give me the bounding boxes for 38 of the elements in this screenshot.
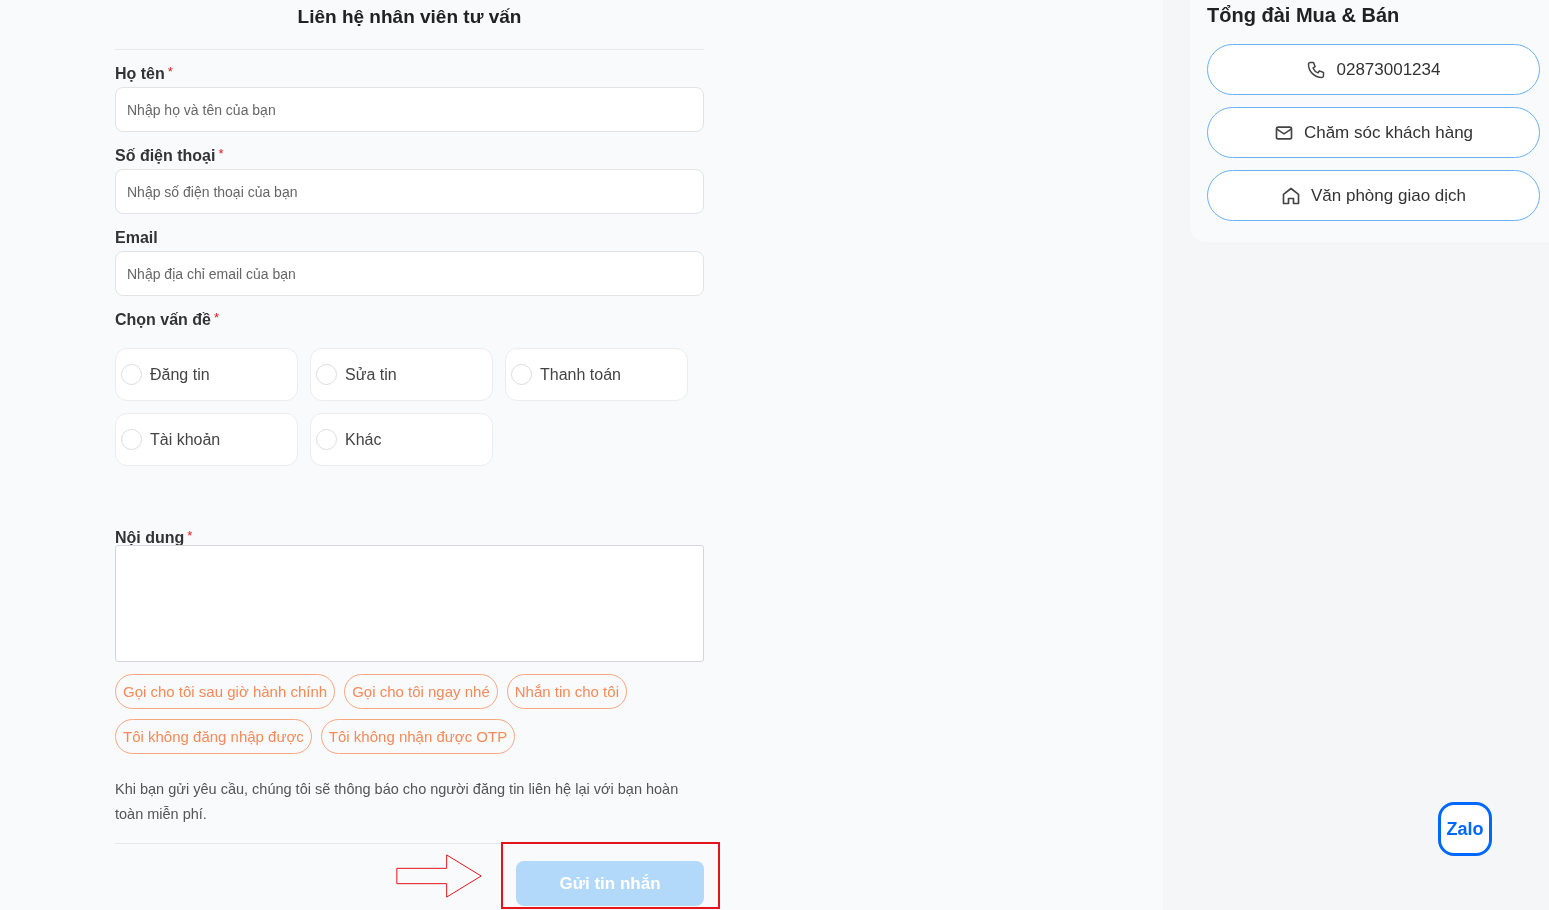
- required-mark: *: [214, 310, 220, 325]
- required-mark: *: [187, 528, 193, 543]
- phone-icon: [1306, 59, 1327, 80]
- hotline-button[interactable]: Chăm sóc khách hàng: [1207, 107, 1540, 158]
- option-card[interactable]: Đăng tin: [115, 348, 298, 401]
- required-mark: *: [167, 64, 173, 79]
- option-label: Khác: [345, 430, 382, 449]
- option-label: Tài khoản: [150, 430, 221, 449]
- form-title: Liên hệ nhân viên tư vấn: [296, 6, 523, 29]
- option-label: Thanh toán: [540, 365, 621, 384]
- input-field[interactable]: Nhập số điện thoại của bạn: [115, 169, 704, 214]
- hotline-title: Tổng đài Mua & Bán: [1207, 4, 1401, 27]
- field-label: Họ tên: [115, 65, 165, 83]
- radio-button[interactable]: [121, 364, 142, 385]
- field-label: Số điện thoại: [115, 147, 216, 165]
- field-label: Email: [115, 229, 158, 247]
- house-icon: [1281, 185, 1301, 206]
- radio-button[interactable]: [511, 364, 532, 385]
- hotline-button[interactable]: 02873001234: [1207, 44, 1540, 95]
- option-card[interactable]: Thanh toán: [505, 348, 688, 401]
- option-card[interactable]: Sửa tin: [310, 348, 493, 401]
- hotline-button[interactable]: Văn phòng giao dịch: [1207, 170, 1540, 221]
- option-card[interactable]: Tài khoản: [115, 413, 298, 466]
- radio-button[interactable]: [121, 429, 142, 450]
- zalo-chat-button[interactable]: Zalo: [1438, 802, 1492, 856]
- message-field[interactable]: [115, 545, 704, 662]
- input-field[interactable]: Nhập địa chỉ email của bạn: [115, 251, 704, 296]
- option-label: Đăng tin: [150, 365, 210, 384]
- field-label: Chọn vấn đề: [115, 311, 211, 329]
- arrow-icon: [393, 852, 485, 899]
- required-mark: *: [218, 146, 224, 161]
- radio-button[interactable]: [316, 364, 337, 385]
- input-field[interactable]: Nhập họ và tên của bạn: [115, 87, 704, 132]
- field-label: Nội dung: [115, 529, 185, 547]
- radio-button[interactable]: [316, 429, 337, 450]
- notice-text: Khi bạn gửi yêu cầu, chúng tôi sẽ thông báo cho người đăng tin liên hệ lại với bạn hoàn toàn miễn phí.: [115, 780, 680, 824]
- option-card[interactable]: Khác: [310, 413, 493, 466]
- option-label: Sửa tin: [345, 365, 397, 384]
